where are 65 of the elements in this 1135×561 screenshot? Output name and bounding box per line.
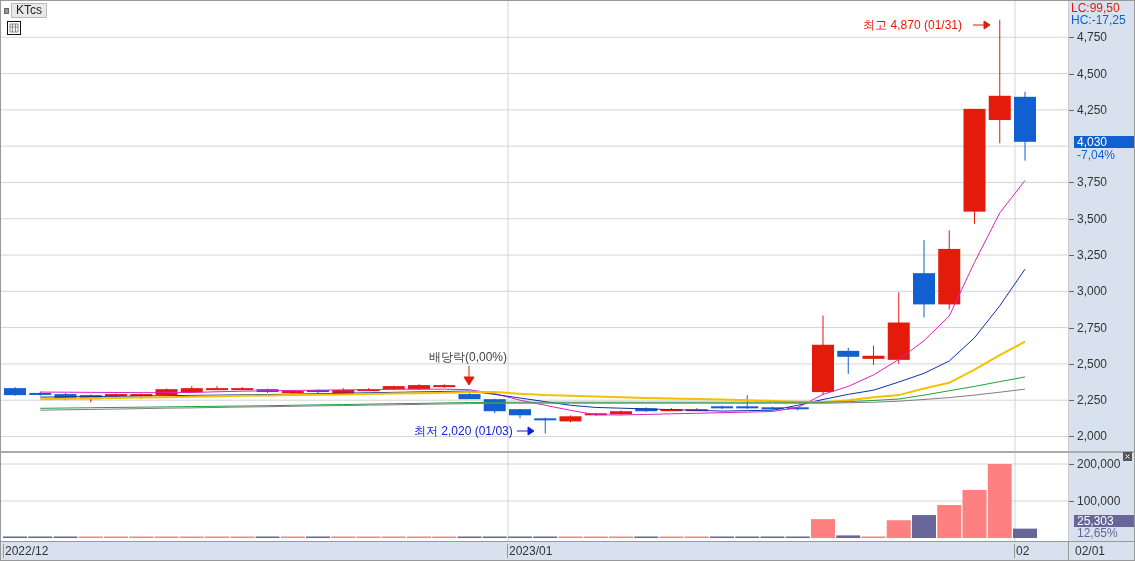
candlestick	[862, 345, 885, 366]
candlestick	[584, 412, 607, 417]
axis-label: 2,250	[1077, 394, 1108, 407]
indicator-label: LC:99,50	[1071, 2, 1120, 14]
volume-ratio-label: 12,65%	[1077, 527, 1118, 539]
annotation-label: 최저 2,020 (01/03)	[414, 423, 513, 439]
candlestick	[29, 391, 52, 397]
arrow-icon	[463, 366, 475, 386]
square-icon	[4, 7, 9, 14]
candlestick	[382, 385, 405, 391]
axis-label: 3,000	[1077, 285, 1108, 298]
date-label: 2023/01	[507, 544, 553, 558]
candlestick	[54, 392, 77, 401]
symbol-label[interactable]: KTcs	[11, 3, 47, 18]
candlestick	[736, 394, 759, 410]
candlestick	[610, 409, 632, 416]
candlestick	[231, 386, 254, 391]
candlestick	[837, 347, 860, 375]
axis-label: 3,750	[1077, 176, 1108, 189]
axis-label: 2,750	[1077, 321, 1108, 334]
arrow-icon	[973, 20, 991, 30]
axis-label: 4,500	[1077, 67, 1108, 80]
annotation-label: 최고 4,870 (01/31)	[863, 17, 962, 33]
candlestick	[458, 392, 481, 400]
candlestick	[256, 388, 279, 394]
axis-label: 3,250	[1077, 249, 1108, 262]
current-price-label: 4,030	[1074, 135, 1134, 148]
candlestick	[433, 383, 456, 389]
date-label: 2022/12	[3, 544, 49, 558]
candlestick	[509, 408, 531, 419]
close-icon[interactable]	[1123, 452, 1132, 461]
candlestick	[155, 388, 178, 397]
axis-label: 200,000	[1077, 458, 1121, 470]
candlestick	[307, 388, 329, 396]
candlestick	[281, 390, 304, 395]
date-label: 02	[1014, 544, 1030, 558]
candlestick	[761, 406, 784, 411]
candlestick	[408, 383, 430, 391]
arrow-icon	[517, 426, 535, 436]
axis-label: 4,750	[1077, 31, 1108, 44]
candlestick	[635, 406, 658, 413]
candlestick	[1014, 91, 1036, 162]
candlestick	[206, 385, 228, 391]
table-icon[interactable]	[7, 21, 21, 35]
axis-label: 4,250	[1077, 103, 1108, 116]
candlestick	[105, 393, 127, 398]
axis-label: 2,500	[1077, 357, 1108, 370]
candlestick	[534, 417, 557, 435]
indicator-label: HC:-17,25	[1071, 14, 1126, 26]
candlestick	[4, 386, 26, 397]
candlestick	[180, 385, 203, 394]
change-label: -7,04%	[1077, 148, 1116, 161]
candlestick	[559, 414, 582, 423]
annotation-label: 배당락(0,00%)	[429, 349, 508, 365]
candlestick	[711, 405, 733, 410]
cursor-date-label: 02/01	[1075, 544, 1106, 558]
candlestick	[79, 393, 102, 403]
candlestick	[660, 407, 683, 412]
axis-label: 3,500	[1077, 212, 1108, 225]
candlestick	[483, 398, 506, 414]
candlestick	[332, 387, 355, 395]
candlestick	[357, 387, 380, 392]
current-volume-label: 25,303	[1074, 515, 1134, 527]
axis-label: 2,000	[1077, 430, 1108, 443]
axis-label: 100,000	[1077, 495, 1121, 507]
